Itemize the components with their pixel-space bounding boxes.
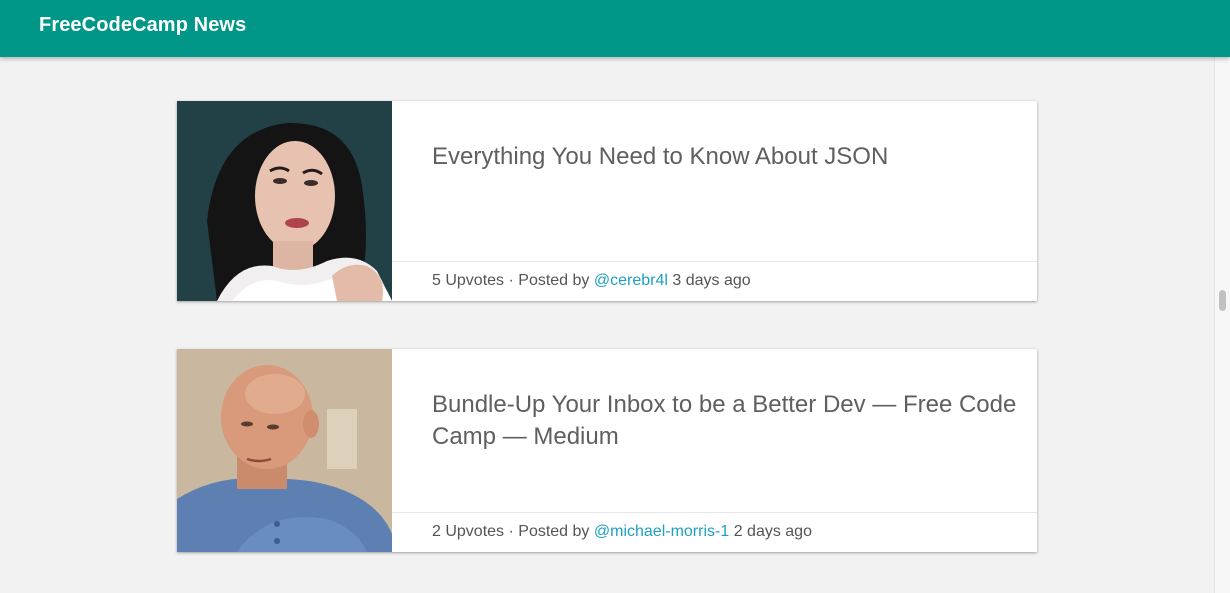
post-card: Everything You Need to Know About JSON 5… (177, 101, 1037, 301)
upvote-count: 5 Upvotes (432, 272, 505, 289)
post-footer: 5 Upvotes · Posted by @cerebr4l 3 days a… (392, 261, 1037, 301)
posted-by-label: Posted by (518, 523, 594, 540)
author-photo-icon (177, 349, 392, 552)
post-title-link[interactable]: Everything You Need to Know About JSON (432, 141, 1022, 173)
post-title-link[interactable]: Bundle-Up Your Inbox to be a Better Dev … (432, 389, 1022, 453)
post-thumbnail[interactable] (177, 349, 392, 552)
app-header: FreeCodeCamp News (0, 0, 1230, 57)
scrollbar-track[interactable] (1214, 57, 1230, 593)
author-link[interactable]: @cerebr4l (594, 272, 668, 289)
upvote-count: 2 Upvotes (432, 523, 505, 540)
scrollbar-thumb[interactable] (1219, 290, 1226, 311)
post-body: Everything You Need to Know About JSON 5… (392, 101, 1037, 301)
author-link[interactable]: @michael-morris-1 (594, 523, 729, 540)
author-photo-icon (177, 101, 392, 301)
post-card: Bundle-Up Your Inbox to be a Better Dev … (177, 349, 1037, 552)
post-footer: 2 Upvotes · Posted by @michael-morris-1 … (392, 512, 1037, 552)
meta-separator: · (504, 523, 519, 540)
post-body: Bundle-Up Your Inbox to be a Better Dev … (392, 349, 1037, 552)
posted-by-label: Posted by (518, 272, 594, 289)
post-thumbnail[interactable] (177, 101, 392, 301)
post-meta: 5 Upvotes · Posted by @cerebr4l 3 days a… (432, 272, 751, 290)
meta-separator: · (504, 272, 519, 289)
post-time: 2 days ago (729, 523, 812, 540)
post-time: 3 days ago (667, 272, 751, 289)
app-title[interactable]: FreeCodeCamp News (39, 14, 246, 37)
post-meta: 2 Upvotes · Posted by @michael-morris-1 … (432, 523, 812, 541)
